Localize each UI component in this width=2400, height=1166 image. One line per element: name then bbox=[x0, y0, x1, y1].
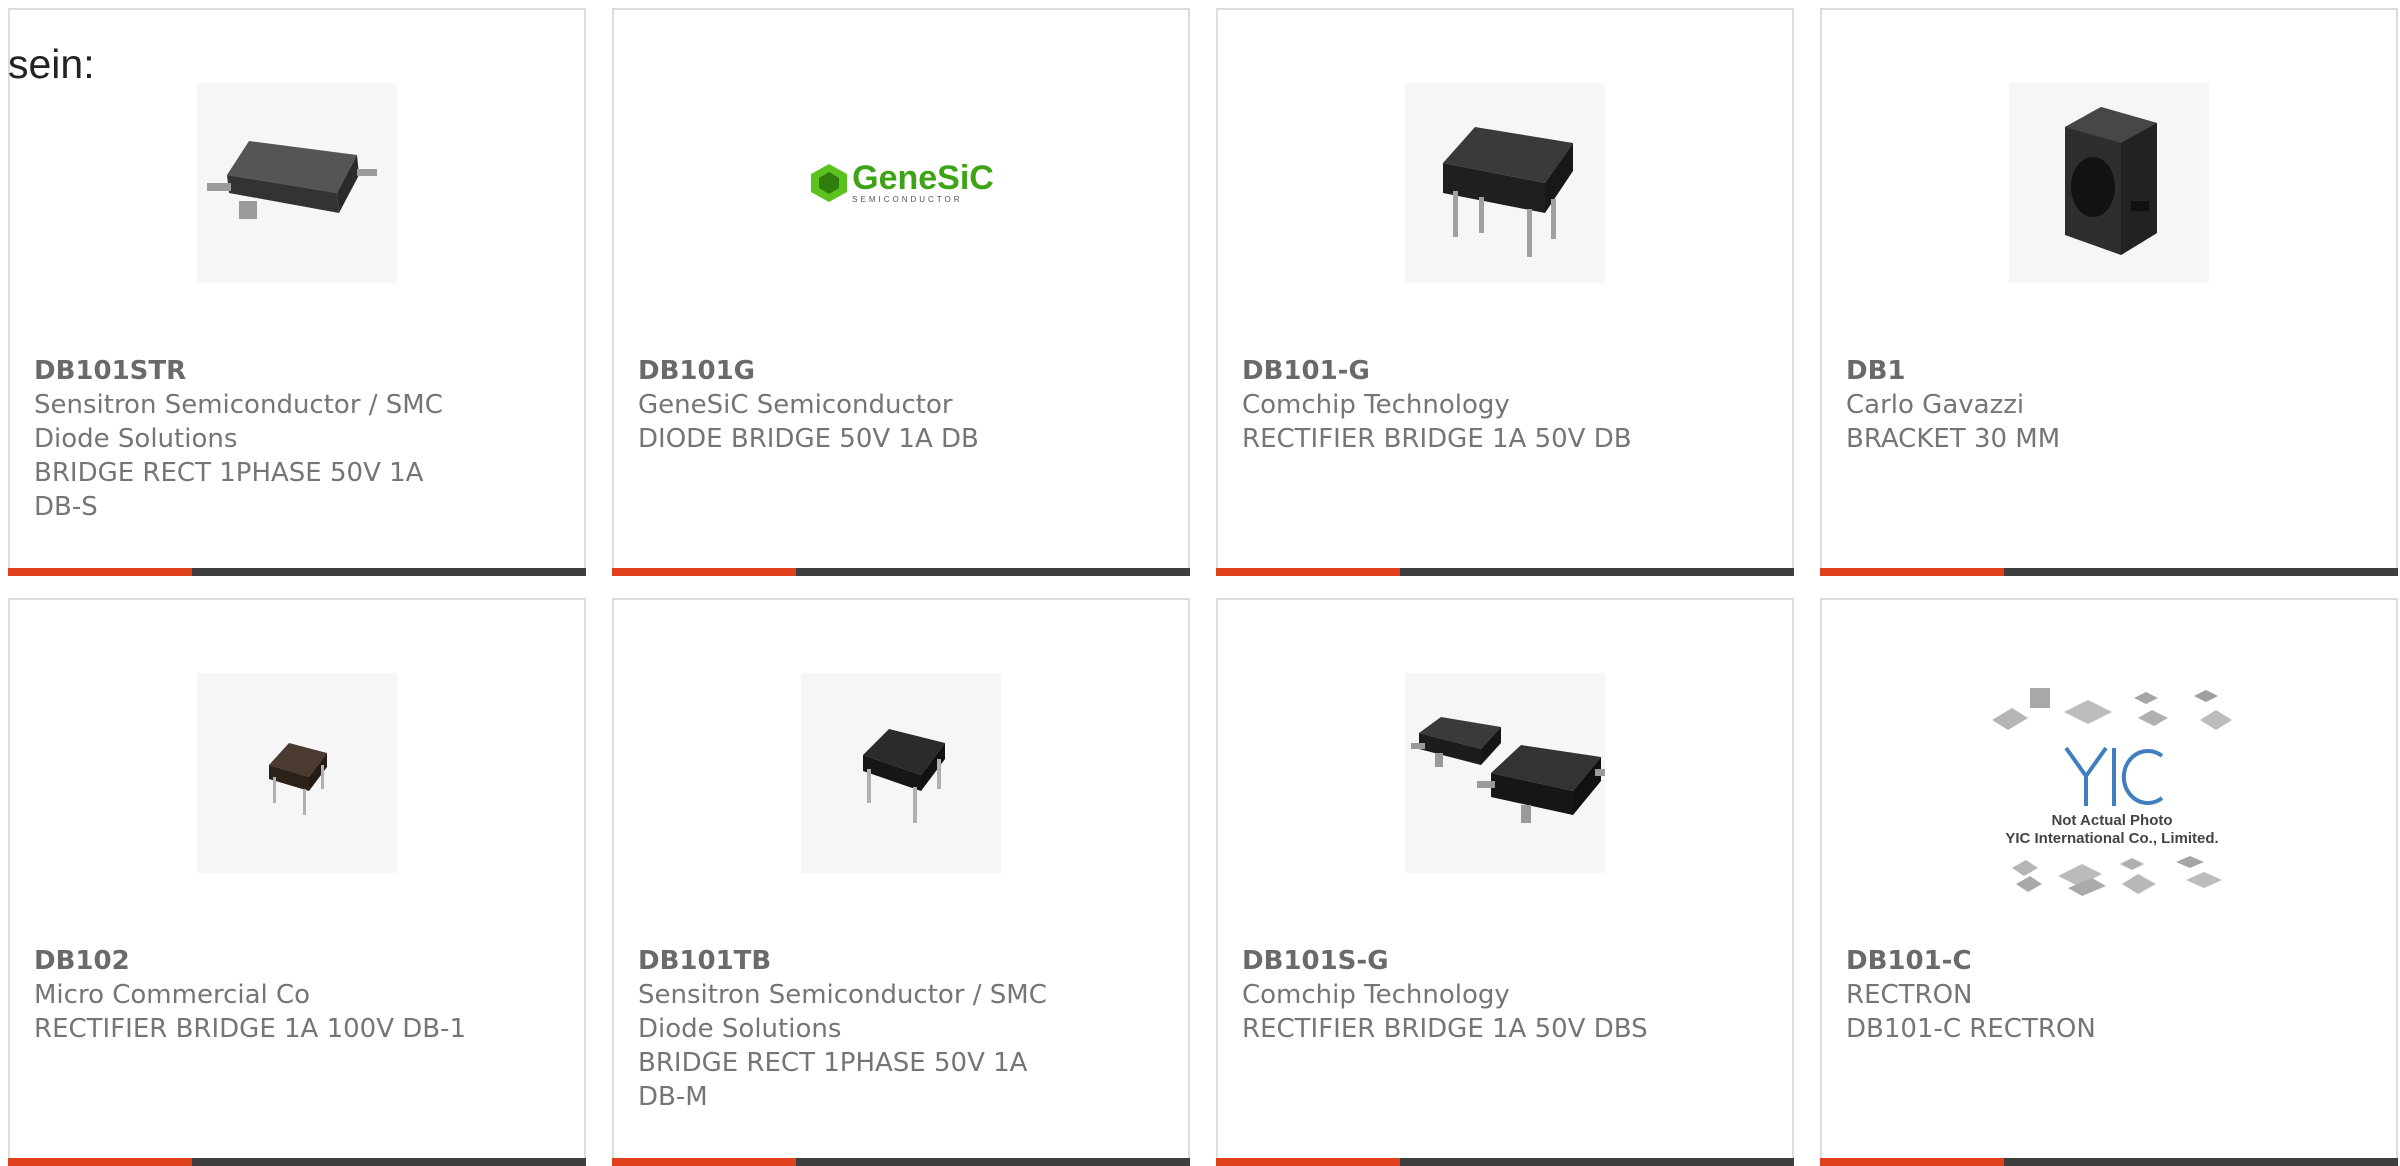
product-image[interactable] bbox=[2009, 83, 2209, 283]
card-bar-accent bbox=[612, 568, 796, 576]
logo-text: GeneSiC bbox=[852, 159, 994, 197]
card-bar bbox=[612, 1158, 1190, 1166]
product-image[interactable] bbox=[1405, 83, 1605, 283]
card-bar-accent bbox=[1216, 568, 1400, 576]
yic-logo bbox=[2064, 746, 2164, 806]
product-card[interactable]: DB101-G Comchip Technology RECTIFIER BRI… bbox=[1216, 8, 1794, 576]
part-number[interactable]: DB102 bbox=[34, 944, 564, 978]
description: RECTIFIER BRIDGE 1A 50V DB bbox=[1242, 424, 1632, 454]
product-image[interactable]: Not Actual Photo YIC International Co., … bbox=[1972, 660, 2252, 910]
photo-note: Not Actual Photo bbox=[2051, 812, 2173, 829]
product-card[interactable]: DB101S-G Comchip Technology RECTIFIER BR… bbox=[1216, 598, 1794, 1166]
product-card[interactable]: GeneSiC SEMICONDUCTOR DB101G GeneSiC Sem… bbox=[612, 8, 1190, 576]
product-image[interactable] bbox=[1405, 673, 1605, 873]
description: BRIDGE RECT 1PHASE 50V 1A DB-M bbox=[638, 1048, 1028, 1112]
manufacturer: Sensitron Semiconductor / SMC Diode Solu… bbox=[34, 390, 443, 454]
description: RECTIFIER BRIDGE 1A 100V DB-1 bbox=[34, 1014, 467, 1044]
part-number[interactable]: DB101TB bbox=[638, 944, 1168, 978]
description: RECTIFIER BRIDGE 1A 50V DBS bbox=[1242, 1014, 1648, 1044]
product-image[interactable] bbox=[197, 673, 397, 873]
card-bar bbox=[1216, 568, 1794, 576]
manufacturer: Micro Commercial Co bbox=[34, 980, 311, 1010]
smd-bridge-pair-icon bbox=[1411, 717, 1605, 823]
manufacturer: Sensitron Semiconductor / SMC Diode Solu… bbox=[638, 980, 1047, 1044]
product-image[interactable] bbox=[801, 673, 1001, 873]
dip-bridge-icon bbox=[863, 729, 945, 823]
card-bar bbox=[1820, 1158, 2398, 1166]
part-number[interactable]: DB101-G bbox=[1242, 354, 1772, 388]
description: DB101-C RECTRON bbox=[1846, 1014, 2096, 1044]
manufacturer: Carlo Gavazzi bbox=[1846, 390, 2025, 420]
bracket-icon bbox=[2065, 107, 2157, 255]
smd-bridge-icon bbox=[207, 141, 377, 219]
product-card[interactable]: DB102 Micro Commercial Co RECTIFIER BRID… bbox=[8, 598, 586, 1166]
product-image[interactable] bbox=[197, 83, 397, 283]
description: BRACKET 30 MM bbox=[1846, 424, 2061, 454]
card-bar-accent bbox=[612, 1158, 796, 1166]
product-card[interactable]: Not Actual Photo YIC International Co., … bbox=[1820, 598, 2398, 1166]
product-image[interactable]: GeneSiC SEMICONDUCTOR bbox=[801, 83, 1001, 283]
card-bar bbox=[612, 568, 1190, 576]
manufacturer: Comchip Technology bbox=[1242, 390, 1510, 420]
small-dip-bridge-icon bbox=[269, 743, 327, 815]
part-number[interactable]: DB101-C bbox=[1846, 944, 2376, 978]
part-number[interactable]: DB101G bbox=[638, 354, 1168, 388]
logo-subtext: SEMICONDUCTOR bbox=[852, 195, 963, 204]
card-bar-accent bbox=[1820, 568, 2004, 576]
part-number[interactable]: DB101S-G bbox=[1242, 944, 1772, 978]
lead-text: sein: bbox=[8, 41, 95, 87]
card-bar-accent bbox=[8, 1158, 192, 1166]
product-card[interactable]: DB101TB Sensitron Semiconductor / SMC Di… bbox=[612, 598, 1190, 1166]
genesic-logo: GeneSiC SEMICONDUCTOR bbox=[808, 161, 994, 205]
photo-note-company: YIC International Co., Limited. bbox=[2005, 830, 2219, 847]
card-bar bbox=[8, 568, 586, 576]
manufacturer: Comchip Technology bbox=[1242, 980, 1510, 1010]
part-number[interactable]: DB101STR bbox=[34, 354, 564, 388]
manufacturer: RECTRON bbox=[1846, 980, 1973, 1010]
card-bar-accent bbox=[1820, 1158, 2004, 1166]
manufacturer: GeneSiC Semiconductor bbox=[638, 390, 953, 420]
component-collage-icon bbox=[2012, 856, 2222, 896]
card-bar bbox=[8, 1158, 586, 1166]
card-bar-accent bbox=[1216, 1158, 1400, 1166]
card-bar bbox=[1216, 1158, 1794, 1166]
part-number[interactable]: DB1 bbox=[1846, 354, 2376, 388]
card-bar-accent bbox=[8, 568, 192, 576]
card-bar bbox=[1820, 568, 2398, 576]
component-collage-icon bbox=[1992, 688, 2232, 730]
product-card[interactable]: DB101STR Sensitron Semiconductor / SMC D… bbox=[8, 8, 586, 576]
description: BRIDGE RECT 1PHASE 50V 1A DB-S bbox=[34, 458, 424, 522]
description: DIODE BRIDGE 50V 1A DB bbox=[638, 424, 979, 454]
dip-bridge-icon bbox=[1443, 127, 1573, 257]
product-card[interactable]: DB1 Carlo Gavazzi BRACKET 30 MM bbox=[1820, 8, 2398, 576]
